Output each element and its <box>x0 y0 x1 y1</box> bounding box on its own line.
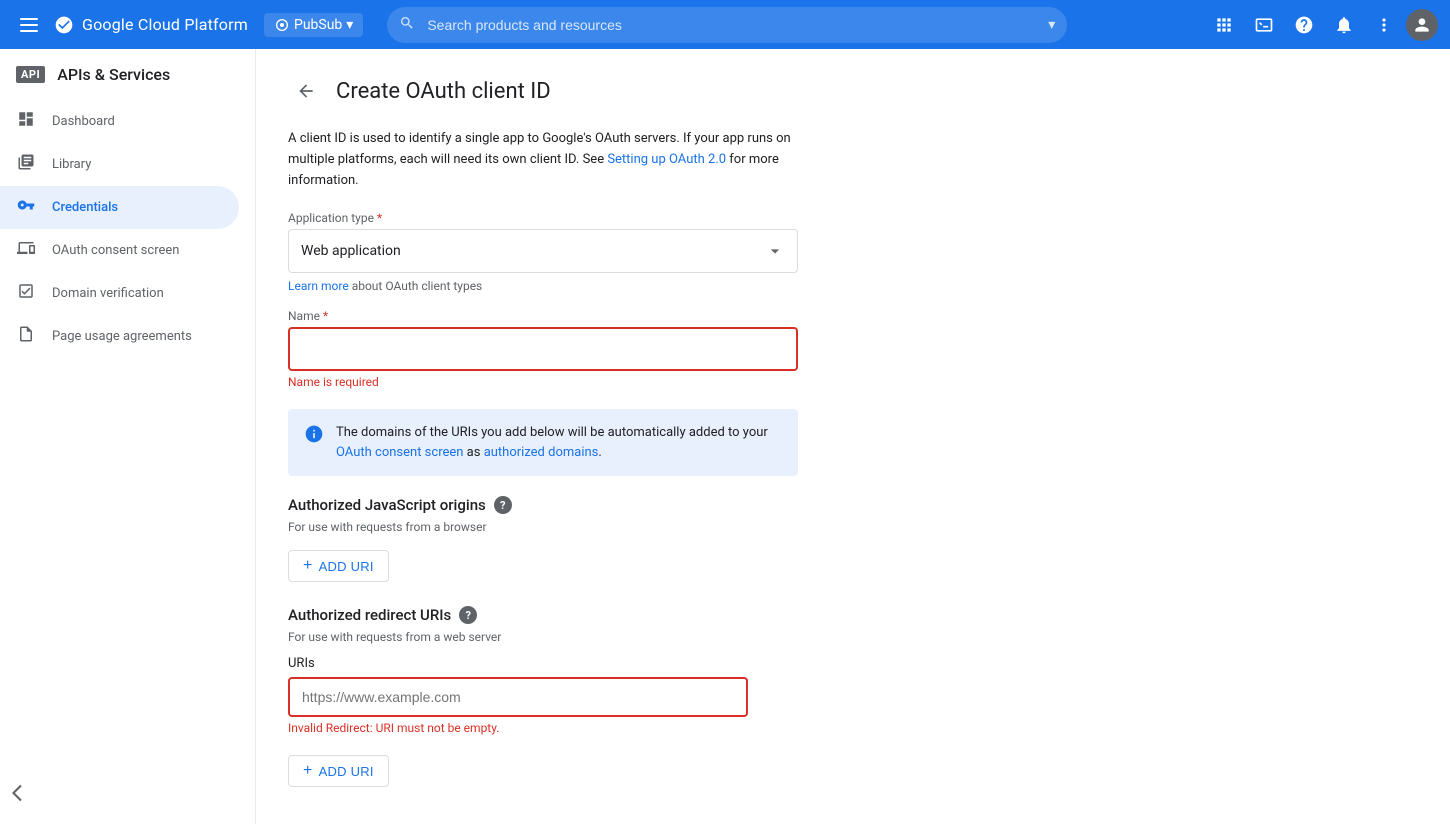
page-description: A client ID is used to identify a single… <box>288 129 798 191</box>
api-badge: API <box>16 66 45 83</box>
sidebar-item-credentials-label: Credentials <box>52 200 118 215</box>
oauth-consent-icon <box>16 239 36 262</box>
authorized-domains-link[interactable]: authorized domains <box>484 445 599 460</box>
app-type-dropdown-icon <box>765 241 785 261</box>
back-button[interactable] <box>288 73 324 109</box>
name-input-group: Name * Name is required <box>288 309 1124 389</box>
search-expand-icon[interactable]: ▾ <box>1048 17 1055 33</box>
credentials-icon <box>16 196 36 219</box>
main-content: Create OAuth client ID A client ID is us… <box>256 49 1450 824</box>
project-dropdown-icon: ▾ <box>346 17 353 33</box>
redirect-uris-section: Authorized redirect URIs ? For use with … <box>288 606 1124 787</box>
application-type-group: Application type * Web application Learn… <box>288 211 1124 293</box>
name-required-star: * <box>323 309 328 323</box>
uri-input[interactable] <box>288 677 748 717</box>
page-usage-icon <box>16 325 36 348</box>
info-icon <box>304 424 324 452</box>
redirect-uris-header: Authorized redirect URIs ? <box>288 606 1124 624</box>
sidebar-item-page-usage[interactable]: Page usage agreements <box>0 315 239 358</box>
learn-more-link[interactable]: Learn more <box>288 279 349 293</box>
pubsub-icon <box>274 17 290 33</box>
app-type-required: * <box>377 211 382 225</box>
application-type-select[interactable]: Web application <box>288 229 798 273</box>
gcp-logo[interactable]: Google Cloud Platform <box>54 15 248 35</box>
domain-verification-icon <box>16 282 36 305</box>
redirect-uris-subtitle: For use with requests from a web server <box>288 630 1124 644</box>
redirect-add-uri-button[interactable]: + ADD URI <box>288 755 389 787</box>
gcp-app-name: Google Cloud Platform <box>82 15 248 34</box>
sidebar-item-library[interactable]: Library <box>0 143 239 186</box>
search-bar: ▾ <box>387 7 1067 43</box>
hamburger-menu-button[interactable] <box>12 8 46 42</box>
sidebar-title: APIs & Services <box>57 65 170 84</box>
oauth-setup-link[interactable]: Setting up OAuth 2.0 <box>607 152 726 167</box>
library-icon <box>16 153 36 176</box>
notifications-icon-button[interactable] <box>1326 7 1362 43</box>
sidebar-item-dashboard[interactable]: Dashboard <box>0 100 239 143</box>
js-add-uri-plus-icon: + <box>303 557 313 575</box>
page-header: Create OAuth client ID <box>288 73 1124 109</box>
uri-error-text: Invalid Redirect: URI must not be empty. <box>288 721 1124 735</box>
sidebar-item-dashboard-label: Dashboard <box>52 114 115 129</box>
name-input-label: Name * <box>288 309 1124 323</box>
dashboard-icon <box>16 110 36 133</box>
sidebar-item-domain-label: Domain verification <box>52 286 164 301</box>
sidebar-item-domain-verification[interactable]: Domain verification <box>0 272 239 315</box>
name-error-text: Name is required <box>288 375 1124 389</box>
more-options-icon-button[interactable] <box>1366 7 1402 43</box>
sidebar-nav: Dashboard Library Credentials <box>0 92 255 366</box>
topbar-actions <box>1206 7 1438 43</box>
learn-more-text: Learn more about OAuth client types <box>288 279 1124 293</box>
sidebar: API APIs & Services Dashboard Library <box>0 49 256 824</box>
sidebar-item-page-usage-label: Page usage agreements <box>52 329 192 344</box>
console-icon-button[interactable] <box>1246 7 1282 43</box>
info-box-text: The domains of the URIs you add below wi… <box>336 423 782 462</box>
search-icon <box>399 15 415 35</box>
js-origins-section: Authorized JavaScript origins ? For use … <box>288 496 1124 582</box>
redirect-uris-help-icon[interactable]: ? <box>459 606 477 624</box>
topbar: Google Cloud Platform PubSub ▾ ▾ <box>0 0 1450 49</box>
sidebar-item-oauth-label: OAuth consent screen <box>52 243 179 258</box>
sidebar-header: API APIs & Services <box>0 49 255 92</box>
redirect-uris-title: Authorized redirect URIs <box>288 606 451 624</box>
gcp-logo-icon <box>54 15 74 35</box>
uri-input-group: URIs Invalid Redirect: URI must not be e… <box>288 656 1124 735</box>
sidebar-item-library-label: Library <box>52 157 91 172</box>
uris-label: URIs <box>288 656 1124 671</box>
app-type-value: Web application <box>301 243 401 259</box>
search-input[interactable] <box>387 7 1067 43</box>
js-origins-header: Authorized JavaScript origins ? <box>288 496 1124 514</box>
js-add-uri-label: ADD URI <box>319 559 374 574</box>
redirect-add-uri-label: ADD URI <box>319 764 374 779</box>
user-avatar[interactable] <box>1406 9 1438 41</box>
help-icon-button[interactable] <box>1286 7 1322 43</box>
redirect-add-uri-plus-icon: + <box>303 762 313 780</box>
js-origins-subtitle: For use with requests from a browser <box>288 520 1124 534</box>
consent-screen-link[interactable]: OAuth consent screen <box>336 445 463 460</box>
sidebar-collapse-button[interactable] <box>12 783 32 808</box>
sidebar-item-oauth-consent[interactable]: OAuth consent screen <box>0 229 239 272</box>
js-origins-help-icon[interactable]: ? <box>494 496 512 514</box>
apps-icon-button[interactable] <box>1206 7 1242 43</box>
sidebar-item-credentials[interactable]: Credentials <box>0 186 239 229</box>
info-box: The domains of the URIs you add below wi… <box>288 409 798 476</box>
js-origins-title: Authorized JavaScript origins <box>288 496 486 514</box>
project-name: PubSub <box>294 17 342 33</box>
page-title: Create OAuth client ID <box>336 79 551 104</box>
name-input[interactable] <box>288 327 798 371</box>
project-selector[interactable]: PubSub ▾ <box>264 13 363 37</box>
app-layout: API APIs & Services Dashboard Library <box>0 49 1450 824</box>
js-add-uri-button[interactable]: + ADD URI <box>288 550 389 582</box>
app-type-label: Application type * <box>288 211 1124 225</box>
